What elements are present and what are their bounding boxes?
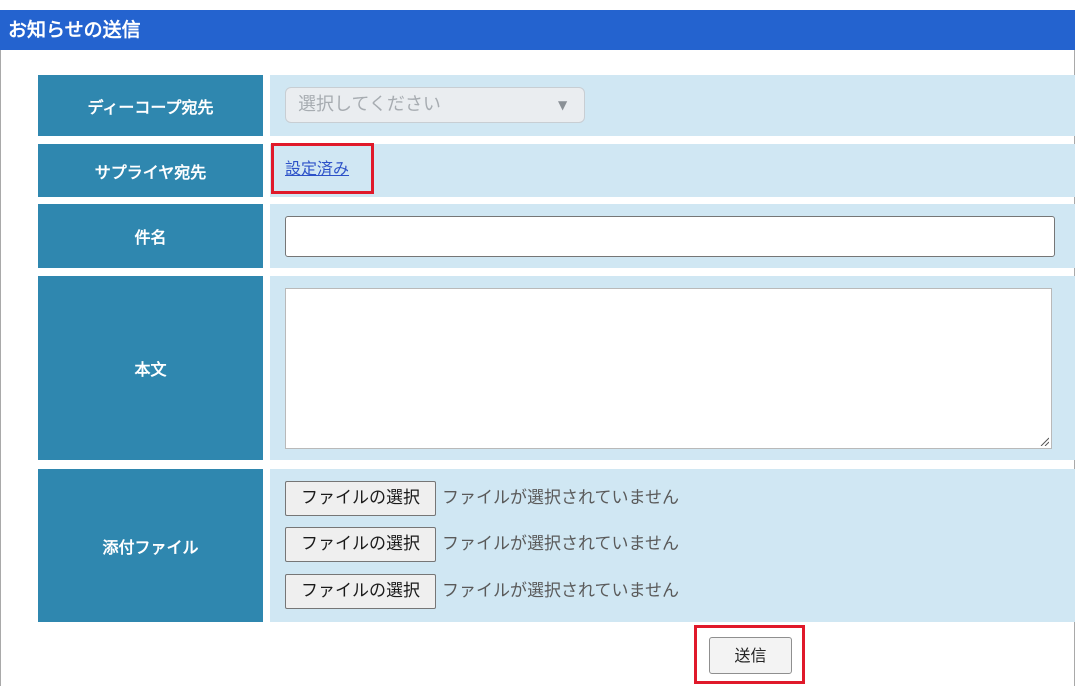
dcoop-recipient-select[interactable]: 選択してください (285, 87, 585, 123)
dcoop-recipient-label: ディーコープ宛先 (38, 75, 263, 136)
window-left-border (0, 10, 1, 686)
supplier-recipient-cell (270, 144, 1075, 197)
file-status-1: ファイルが選択されていません (442, 488, 679, 508)
attachments-label: 添付ファイル (38, 469, 263, 622)
file-select-button-2[interactable]: ファイルの選択 (285, 527, 436, 562)
file-status-2: ファイルが選択されていません (442, 534, 679, 554)
body-label: 本文 (38, 276, 263, 460)
body-textarea[interactable] (285, 288, 1052, 449)
page-title: お知らせの送信 (0, 10, 1075, 50)
triangle-down-icon: ▼ (558, 98, 568, 112)
subject-input[interactable] (285, 216, 1055, 257)
supplier-recipient-label: サプライヤ宛先 (38, 144, 263, 197)
notice-send-window: お知らせの送信 ディーコープ宛先 選択してください ▼ サプライヤ宛先 設定済み… (0, 0, 1085, 686)
highlight-box-supplier-link (271, 143, 374, 194)
file-status-3: ファイルが選択されていません (442, 581, 679, 601)
resize-grip-icon[interactable] (1039, 436, 1049, 446)
file-select-button-3[interactable]: ファイルの選択 (285, 574, 436, 609)
file-select-button-1[interactable]: ファイルの選択 (285, 481, 436, 516)
subject-label: 件名 (38, 204, 263, 268)
highlight-box-submit (694, 625, 805, 684)
